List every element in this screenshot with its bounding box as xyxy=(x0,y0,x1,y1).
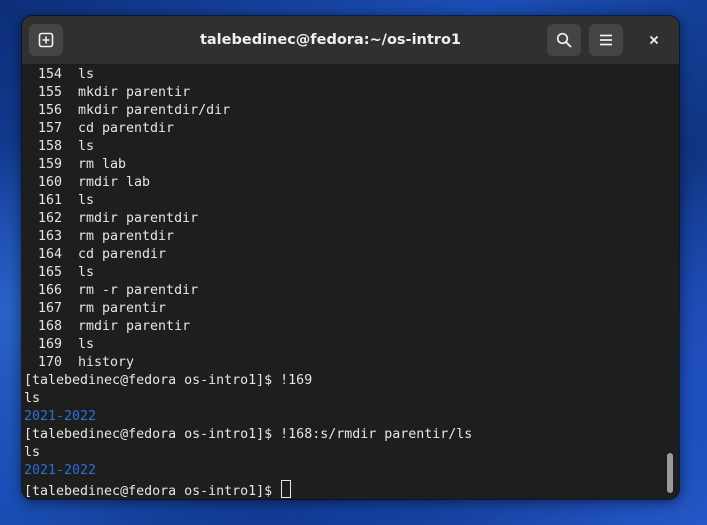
history-number: 165 xyxy=(37,265,62,280)
history-number: 154 xyxy=(37,67,62,82)
history-number: 169 xyxy=(37,337,62,352)
history-command: ls xyxy=(78,337,95,352)
command-echo: ls xyxy=(24,445,41,460)
directory-entry: 2021-2022 xyxy=(24,409,97,424)
history-line: 167 rm parentir xyxy=(24,300,664,318)
history-number: 155 xyxy=(37,85,62,100)
new-tab-button[interactable] xyxy=(29,24,63,56)
menu-button[interactable] xyxy=(589,24,623,56)
history-line: 163 rm parentdir xyxy=(24,228,664,246)
history-number: 168 xyxy=(37,319,62,334)
history-number: 157 xyxy=(37,121,62,136)
history-command: cd parentdir xyxy=(78,121,175,136)
history-command: ls xyxy=(78,193,95,208)
history-number: 156 xyxy=(37,103,62,118)
history-list: 154 ls 155 mkdir parentir 156 mkdir parentdir… xyxy=(24,66,664,372)
terminal-output[interactable]: 154 ls 155 mkdir parentir 156 mkdir parentdir… xyxy=(24,66,664,499)
history-command: history xyxy=(78,355,135,370)
history-number: 159 xyxy=(37,157,62,172)
history-command: rm lab xyxy=(78,157,127,172)
history-line: 170 history xyxy=(24,354,664,372)
hamburger-menu-icon xyxy=(600,34,612,46)
history-line: 169 ls xyxy=(24,336,664,354)
history-number: 162 xyxy=(37,211,62,226)
history-number: 163 xyxy=(37,229,62,244)
search-icon xyxy=(556,32,572,48)
prompt-line: [talebedinec@fedora os-intro1]$ !168:s/r… xyxy=(24,427,473,442)
history-line: 161 ls xyxy=(24,192,664,210)
prompt-text: [talebedinec@fedora os-intro1]$ xyxy=(24,484,281,499)
terminal-window: talebedinec@fedora:~/os-intro1 154 ls 155 m… xyxy=(22,16,679,499)
prompt-line: [talebedinec@fedora os-intro1]$ !169 xyxy=(24,373,313,388)
history-number: 160 xyxy=(37,175,62,190)
history-command: ls xyxy=(78,139,95,154)
window-title: talebedinec@fedora:~/os-intro1 xyxy=(199,32,462,48)
history-command: rmdir parentdir xyxy=(78,211,199,226)
history-command: rmdir parentir xyxy=(78,319,191,334)
history-command: mkdir parentir xyxy=(78,85,191,100)
close-button[interactable] xyxy=(639,24,669,56)
history-number: 158 xyxy=(37,139,62,154)
history-command: ls xyxy=(78,265,95,280)
history-line: 166 rm -r parentdir xyxy=(24,282,664,300)
history-line: 154 ls xyxy=(24,66,664,84)
history-line: 157 cd parentdir xyxy=(24,120,664,138)
directory-entry: 2021-2022 xyxy=(24,463,97,478)
history-number: 161 xyxy=(37,193,62,208)
history-number: 164 xyxy=(37,247,62,262)
history-line: 159 rm lab xyxy=(24,156,664,174)
history-number: 170 xyxy=(37,355,62,370)
history-line: 158 ls xyxy=(24,138,664,156)
history-line: 162 rmdir parentdir xyxy=(24,210,664,228)
history-command: mkdir parentdir/dir xyxy=(78,103,231,118)
history-number: 167 xyxy=(37,301,62,316)
title-bar: talebedinec@fedora:~/os-intro1 xyxy=(22,16,679,65)
command-echo: ls xyxy=(24,391,41,406)
history-command: ls xyxy=(78,67,95,82)
search-button[interactable] xyxy=(547,24,581,56)
history-line: 155 mkdir parentir xyxy=(24,84,664,102)
history-line: 165 ls xyxy=(24,264,664,282)
history-line: 160 rmdir lab xyxy=(24,174,664,192)
close-icon xyxy=(649,35,659,45)
history-line: 164 cd parendir xyxy=(24,246,664,264)
history-line: 156 mkdir parentdir/dir xyxy=(24,102,664,120)
history-command: rm parentdir xyxy=(78,229,175,244)
active-prompt-line[interactable]: [talebedinec@fedora os-intro1]$ xyxy=(24,480,664,499)
history-number: 166 xyxy=(37,283,62,298)
history-command: rm parentir xyxy=(78,301,167,316)
history-command: rm -r parentdir xyxy=(78,283,199,298)
history-command: cd parendir xyxy=(78,247,167,262)
history-line: 168 rmdir parentir xyxy=(24,318,664,336)
new-tab-icon xyxy=(38,32,54,48)
scrollbar-thumb[interactable] xyxy=(667,453,673,493)
history-command: rmdir lab xyxy=(78,175,151,190)
text-cursor xyxy=(281,480,292,498)
